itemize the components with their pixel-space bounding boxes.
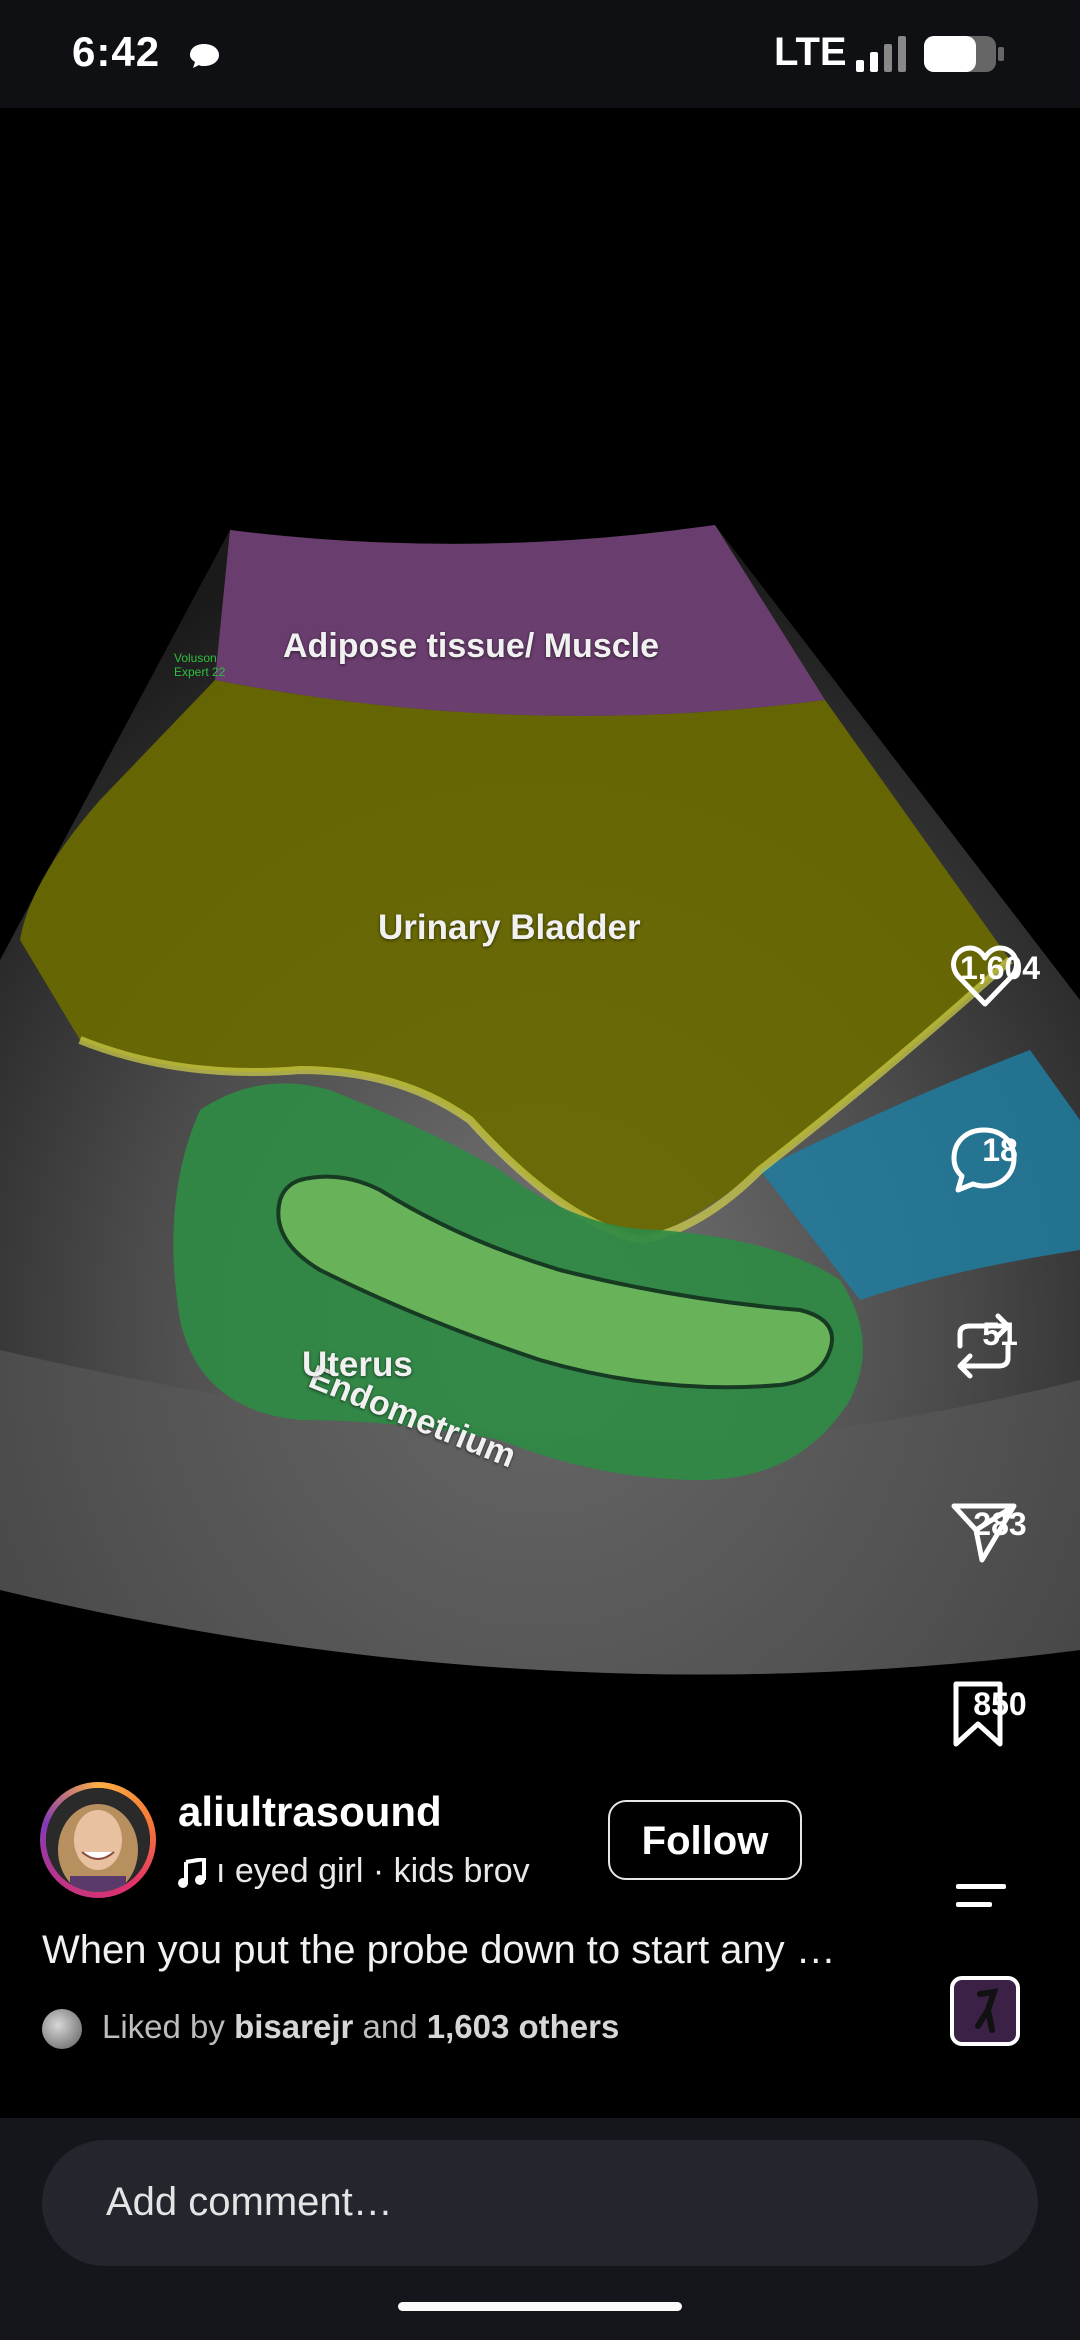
like-button[interactable]: 1,604 <box>950 944 1050 1007</box>
ultrasound-image <box>0 525 1080 1675</box>
post-caption[interactable]: When you put the probe down to start any… <box>42 1928 836 1973</box>
bookmark-icon <box>953 1681 1003 1747</box>
status-time: 6:42 <box>72 28 161 75</box>
comment-icon <box>951 1127 1017 1193</box>
status-bar: 6:42 LTE <box>0 0 1080 108</box>
label-adipose: Adipose tissue/ Muscle <box>283 627 659 665</box>
likes-prefix: Liked by <box>102 2008 225 2045</box>
more-icon <box>956 1884 1006 1907</box>
save-button[interactable]: 850 <box>950 1680 1050 1747</box>
heart-icon <box>951 945 1019 1007</box>
home-indicator[interactable] <box>398 2302 682 2311</box>
comment-input[interactable]: Add comment… <box>42 2140 1038 2266</box>
signal-bars-icon <box>856 36 906 72</box>
label-bladder: Urinary Bladder <box>378 908 641 947</box>
repost-icon <box>957 1313 1011 1379</box>
send-icon <box>951 1503 1017 1563</box>
follow-button[interactable]: Follow <box>608 1800 802 1880</box>
label-uterus: Uterus <box>302 1345 413 1384</box>
likes-summary[interactable]: Liked by bisarejr and 1,603 others <box>42 2008 620 2050</box>
comment-button[interactable]: 18 <box>950 1126 1050 1193</box>
reel-video[interactable]: Voluson Expert 22 Adipose tissue/ Muscle… <box>0 108 1080 2118</box>
audio-thumbnail-icon <box>950 1976 1020 2046</box>
audio-track[interactable]: ı eyed girl · kids brov <box>178 1852 578 1891</box>
repost-button[interactable]: 51 <box>950 1310 1050 1379</box>
author-username[interactable]: aliultrasound <box>178 1788 442 1836</box>
brand-watermark: Voluson Expert 22 <box>174 651 226 679</box>
avatar <box>46 1788 150 1892</box>
likes-connector: and <box>362 2008 418 2045</box>
network-type: LTE <box>774 30 847 74</box>
audio-track-label: ı eyed girl · kids brov <box>216 1852 530 1890</box>
liker-avatar <box>42 2009 82 2050</box>
battery-icon <box>924 36 1004 72</box>
share-button[interactable]: 283 <box>950 1500 1050 1563</box>
message-bubble-icon <box>190 44 219 68</box>
comment-placeholder: Add comment… <box>106 2180 393 2224</box>
likes-others[interactable]: 1,603 others <box>427 2008 620 2045</box>
first-liker[interactable]: bisarejr <box>234 2008 353 2045</box>
music-note-icon <box>178 1858 206 1889</box>
